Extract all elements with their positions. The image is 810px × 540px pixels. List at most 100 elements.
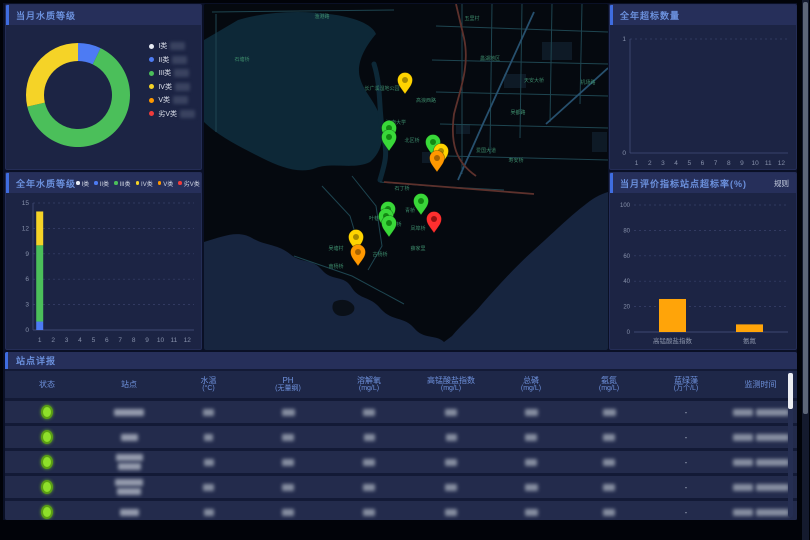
redacted-value bbox=[445, 459, 457, 466]
table-row[interactable]: - bbox=[5, 451, 797, 473]
legend-item-III类[interactable]: III类 bbox=[149, 68, 195, 78]
legend-dot bbox=[158, 181, 162, 185]
legend-label: II类 bbox=[158, 55, 169, 65]
status-cell bbox=[5, 405, 89, 419]
stack-legend: I类 II类 III类 IV类 V类劣V类 bbox=[76, 179, 200, 188]
algae-cell: - bbox=[648, 458, 724, 467]
legend-label: IV类 bbox=[141, 179, 153, 188]
table-row[interactable]: - bbox=[5, 501, 797, 520]
legend-item-IV类[interactable]: IV类 bbox=[149, 82, 195, 92]
column-header-PH: PH(无量纲) bbox=[248, 376, 328, 393]
legend-item-II类[interactable]: II类 bbox=[94, 179, 109, 188]
column-name: PH bbox=[282, 376, 293, 385]
redacted-value bbox=[364, 434, 375, 441]
panel-station-report: 站点详报 状态站点水温(°C)PH(无量纲)溶解氧(mg/L)高锰酸盐指数(mg… bbox=[5, 352, 797, 520]
axis-label: 11 bbox=[171, 337, 178, 344]
status-indicator-normal bbox=[41, 480, 53, 494]
column-name: 高锰酸盐指数 bbox=[427, 376, 475, 385]
map-label: 高浪西路 bbox=[416, 97, 436, 104]
map-canvas[interactable]: 石塘桥渔港路五里村蠡湖地区天安大桥机场路高浪西路吴都路长广溪湿地公园江南大学北区… bbox=[204, 4, 608, 350]
legend-label: III类 bbox=[158, 68, 171, 78]
axis-label: 3 bbox=[661, 160, 665, 167]
redacted-value bbox=[603, 409, 616, 416]
axis-label: 氨氮 bbox=[743, 336, 757, 345]
legend-item-III类[interactable]: III类 bbox=[114, 179, 131, 188]
legend-label: V类 bbox=[163, 179, 173, 188]
table-row[interactable]: - bbox=[5, 476, 797, 498]
axis-label: 5 bbox=[92, 337, 96, 344]
table-row[interactable]: - bbox=[5, 401, 797, 423]
monitor-time-cell bbox=[724, 434, 797, 441]
map-label: 古杨桥 bbox=[372, 251, 387, 258]
monitor-time-cell bbox=[724, 484, 797, 491]
legend-value-redacted bbox=[175, 83, 190, 91]
column-name: 蓝绿藻 bbox=[674, 376, 698, 385]
axis-label: 3 bbox=[65, 337, 69, 344]
legend-item-V类[interactable]: V类 bbox=[149, 95, 195, 105]
axis-label: 6 bbox=[25, 276, 29, 283]
redacted-value bbox=[282, 459, 294, 466]
value-cell bbox=[492, 434, 570, 441]
value-cell bbox=[570, 409, 648, 416]
station-name-cell bbox=[89, 454, 169, 470]
table-scrollbar-thumb[interactable] bbox=[788, 373, 793, 409]
legend-item-II类[interactable]: II类 bbox=[149, 55, 195, 65]
panel-title: 全年超标数量 bbox=[620, 9, 680, 22]
redacted-value bbox=[114, 409, 144, 416]
page-scrollbar-track[interactable] bbox=[802, 0, 809, 540]
axis-label: 3 bbox=[25, 302, 29, 309]
redacted-value bbox=[363, 409, 375, 416]
redacted-value bbox=[282, 409, 295, 416]
column-name: 氨氮 bbox=[601, 376, 617, 385]
redacted-value bbox=[756, 509, 789, 516]
legend-item-I类[interactable]: I类 bbox=[149, 41, 195, 51]
column-header-监测时间: 监测时间 bbox=[724, 380, 797, 389]
value-cell bbox=[248, 509, 328, 516]
redacted-value bbox=[116, 454, 143, 461]
legend-item-劣V类[interactable]: 劣V类 bbox=[178, 179, 200, 188]
map-label: 天安大桥 bbox=[524, 77, 544, 84]
redacted-value bbox=[204, 434, 213, 441]
value-cell bbox=[169, 434, 248, 441]
table-body: - - - - - bbox=[5, 401, 797, 520]
axis-label: 8 bbox=[727, 160, 731, 167]
redacted-value bbox=[733, 409, 753, 416]
redacted-value bbox=[282, 484, 294, 491]
redacted-value bbox=[733, 459, 753, 466]
axis-label: 0 bbox=[622, 150, 626, 157]
value-cell bbox=[328, 459, 410, 466]
value-cell bbox=[328, 434, 410, 441]
redacted-value bbox=[525, 509, 538, 516]
page-scrollbar-thumb[interactable] bbox=[803, 2, 808, 414]
column-name: 溶解氧 bbox=[357, 376, 381, 385]
legend-dot bbox=[149, 57, 154, 62]
value-cell bbox=[248, 484, 328, 491]
map[interactable]: 石塘桥渔港路五里村蠡湖地区天安大桥机场路高浪西路吴都路长广溪湿地公园江南大学北区… bbox=[204, 4, 608, 350]
legend-label: III类 bbox=[120, 179, 131, 188]
redacted-value bbox=[203, 484, 214, 491]
column-name: 总磷 bbox=[523, 376, 539, 385]
column-name: 状态 bbox=[39, 380, 55, 389]
legend-item-V类[interactable]: V类 bbox=[158, 179, 174, 188]
rules-link[interactable]: 规则 bbox=[774, 178, 789, 189]
algae-cell: - bbox=[648, 433, 724, 442]
value-cell bbox=[410, 434, 492, 441]
redacted-value bbox=[282, 509, 294, 516]
panel-title: 当月水质等级 bbox=[16, 9, 76, 22]
dashboard: 当月水质等级 I类II类III类IV类V类劣V类 全年水质等级 I类II类III… bbox=[3, 3, 797, 520]
map-label: 爱国大道 bbox=[476, 147, 496, 154]
legend-item-IV类[interactable]: IV类 bbox=[136, 179, 153, 188]
column-header-溶解氧: 溶解氧(mg/L) bbox=[328, 376, 410, 393]
value-cell bbox=[248, 434, 328, 441]
redacted-value bbox=[733, 434, 753, 441]
table-row[interactable]: - bbox=[5, 426, 797, 448]
value-cell bbox=[328, 409, 410, 416]
legend-item-I类[interactable]: I类 bbox=[76, 179, 89, 188]
legend-item-劣V类[interactable]: 劣V类 bbox=[149, 109, 195, 119]
column-name: 监测时间 bbox=[745, 380, 777, 389]
redacted-value bbox=[603, 434, 615, 441]
stack-bar-III类 bbox=[36, 245, 43, 321]
map-label: 薛家里 bbox=[410, 245, 425, 252]
column-header-状态: 状态 bbox=[5, 380, 89, 389]
map-label: 凤埠桥 bbox=[410, 225, 425, 232]
